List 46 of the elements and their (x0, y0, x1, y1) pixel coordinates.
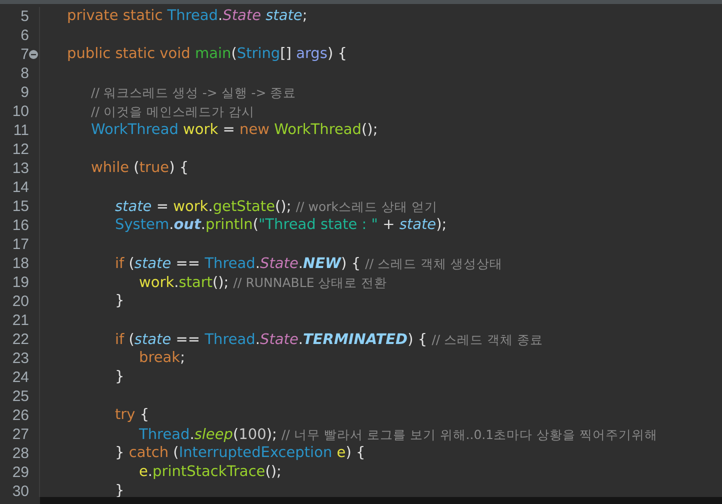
line-number: 8 (20, 64, 29, 83)
code-line: work.start(); // RUNNABLE 상태로 전환 (138, 274, 388, 292)
line-number: 19 (12, 273, 29, 292)
code-line: state = work.getState(); // work스레드 상태 얻기 (114, 198, 438, 216)
line-number: 23 (12, 349, 29, 368)
code-line: System.out.println("Thread state : " + state); (114, 216, 447, 235)
code-line: // 워크스레드 생성 -> 실행 -> 종료 (90, 84, 296, 102)
line-number: 11 (13, 121, 29, 140)
line-number: 10 (12, 102, 29, 121)
code-line: if (state == Thread.State.TERMINATED) { // 스레드 객체 종료 (114, 331, 544, 349)
line-number: 15 (12, 197, 29, 216)
line-number: 16 (12, 216, 29, 235)
line-number: 9 (20, 83, 29, 102)
line-number: 21 (12, 311, 29, 330)
code-line: try { (114, 406, 150, 425)
line-number: 6 (20, 26, 29, 45)
line-number: 17 (12, 235, 29, 254)
line-number: 24 (12, 368, 29, 387)
line-number: 28 (12, 444, 29, 463)
line-number: 29 (12, 463, 29, 482)
line-number: 30 (12, 482, 29, 497)
line-number: 7 (20, 45, 29, 64)
code-line: while (true) { (90, 159, 189, 178)
code-line: private static Thread.State state; (66, 7, 308, 26)
line-number: 5 (20, 7, 29, 26)
code-line: public static void main(String[] args) { (66, 45, 347, 64)
line-number: 26 (12, 406, 29, 425)
line-number: 13 (12, 159, 29, 178)
code-line: } (114, 482, 124, 497)
line-number: 14 (12, 178, 29, 197)
code-line: e.printStackTrace(); (138, 463, 282, 482)
code-line: Thread.sleep(100); // 너무 빨라서 로그를 보기 위해..0.1초마다 상황을 찍어주기위해 (138, 426, 658, 444)
line-number: 27 (12, 425, 29, 444)
code-line: break; (138, 349, 185, 368)
code-line: if (state == Thread.State.NEW) { // 스레드 객체 생성상태 (114, 255, 502, 273)
line-number: 18 (12, 254, 29, 273)
code-line: WorkThread work = new WorkThread(); (90, 121, 378, 140)
code-line: // 이것을 메인스레드가 감시 (90, 103, 254, 121)
code-line: } (114, 292, 124, 311)
code-line: } catch (InterruptedException e) { (114, 444, 366, 463)
line-number: 22 (12, 330, 29, 349)
line-number: 12 (12, 140, 29, 159)
line-number: 25 (12, 387, 29, 406)
code-line: } (114, 368, 124, 387)
line-number: 20 (12, 292, 29, 311)
collapse-icon[interactable] (29, 50, 38, 59)
